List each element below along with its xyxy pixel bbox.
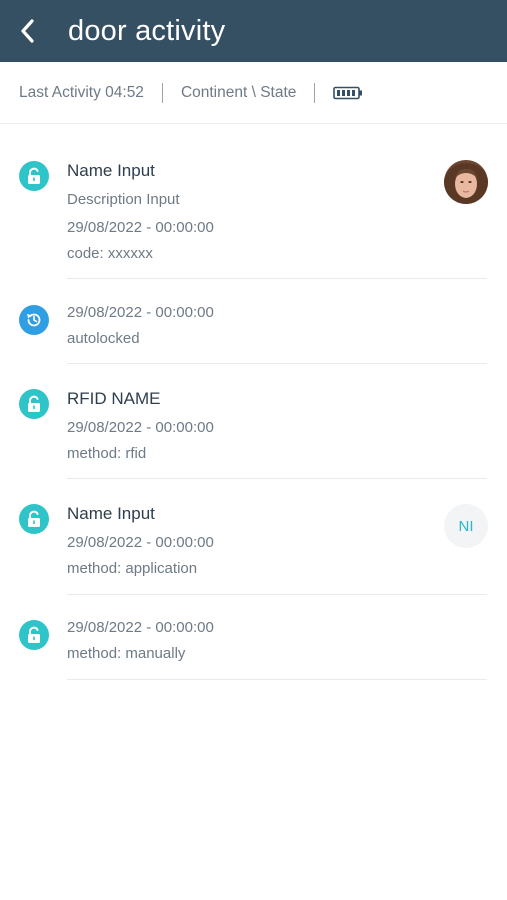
list-item[interactable]: Name Input 29/08/2022 - 00:00:00 method:… bbox=[0, 479, 507, 595]
divider bbox=[67, 679, 487, 680]
activity-detail: code: xxxxxx bbox=[67, 245, 153, 262]
activity-datetime: 29/08/2022 - 00:00:00 bbox=[67, 419, 214, 436]
activity-datetime: 29/08/2022 - 00:00:00 bbox=[67, 219, 214, 236]
activity-datetime: 29/08/2022 - 00:00:00 bbox=[67, 304, 214, 321]
activity-detail: autolocked bbox=[67, 330, 140, 347]
activity-name: RFID NAME bbox=[67, 389, 161, 408]
divider bbox=[314, 82, 316, 103]
location-text: Continent \ State bbox=[180, 83, 297, 101]
history-icon bbox=[19, 305, 49, 335]
divider bbox=[161, 82, 163, 103]
activity-detail: method: manually bbox=[67, 645, 186, 662]
chevron-left-icon bbox=[21, 19, 34, 43]
list-item[interactable]: Name Input Description Input 29/08/2022 … bbox=[0, 124, 507, 279]
unlock-icon bbox=[19, 161, 49, 191]
activity-datetime: 29/08/2022 - 00:00:00 bbox=[67, 534, 214, 551]
list-item[interactable]: 29/08/2022 - 00:00:00 autolocked bbox=[0, 279, 507, 364]
last-activity-text: Last Activity 04:52 bbox=[19, 83, 144, 101]
unlock-icon bbox=[19, 504, 49, 534]
activity-name: Name Input bbox=[67, 504, 155, 523]
page-title: door activity bbox=[68, 14, 226, 47]
activity-name: Name Input bbox=[67, 161, 155, 180]
unlock-icon bbox=[19, 620, 49, 650]
activity-datetime: 29/08/2022 - 00:00:00 bbox=[67, 619, 214, 636]
activity-detail: method: application bbox=[67, 560, 198, 577]
list-item[interactable]: RFID NAME 29/08/2022 - 00:00:00 method: … bbox=[0, 364, 507, 479]
unlock-icon bbox=[19, 389, 49, 419]
app-header: door activity bbox=[0, 0, 507, 62]
battery-full-icon bbox=[333, 86, 363, 100]
list-item[interactable]: 29/08/2022 - 00:00:00 method: manually bbox=[0, 595, 507, 680]
back-button[interactable] bbox=[0, 0, 56, 62]
avatar: NI bbox=[444, 504, 488, 548]
status-bar: Last Activity 04:52 Continent \ State bbox=[0, 62, 507, 124]
avatar bbox=[444, 160, 488, 204]
activity-detail: method: rfid bbox=[67, 445, 147, 462]
activity-description: Description Input bbox=[67, 191, 180, 208]
